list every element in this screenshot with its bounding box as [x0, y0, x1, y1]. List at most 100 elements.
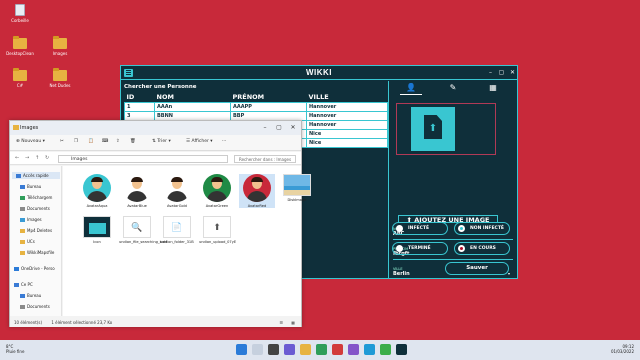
column-header-nom[interactable]: NOM [155, 93, 231, 102]
radio-en-cours[interactable]: EN COURS [454, 242, 510, 255]
edge-browser-icon[interactable] [316, 344, 327, 355]
maximize-icon[interactable]: ▢ [498, 69, 505, 76]
file-item[interactable]: AvatarGreen [199, 174, 235, 208]
system-clock[interactable]: 09:12 01/03/2022 [611, 344, 634, 354]
radio-off-icon [396, 225, 403, 232]
radio-infecte[interactable]: INFECTÉ [392, 222, 448, 235]
sidebar-item-bureau-pc[interactable]: Bureau [20, 293, 41, 298]
table-row[interactable]: 3 BBNN BBP Hannover [124, 110, 388, 121]
weather-widget[interactable]: 8°C Pluie fine [6, 344, 24, 354]
file-item[interactable]: Icon [79, 216, 115, 244]
sidebar-item-wikkimaps[interactable]: WikkiMapsfile [20, 250, 54, 255]
search-placeholder: Rechercher dans : Images [239, 157, 292, 162]
address-bar[interactable]: Images [58, 155, 228, 163]
search-person-label[interactable]: Chercher une Personne [124, 84, 197, 90]
recycle-bin-icon [15, 4, 25, 16]
sidebar-label: Téléchargem [27, 195, 53, 200]
up-arrow-icon[interactable]: ↑ [35, 155, 39, 161]
start-windows-icon[interactable] [236, 344, 247, 355]
sidebar-item-downloads[interactable]: Téléchargem [20, 195, 52, 200]
refresh-icon[interactable]: ↻ [45, 155, 49, 161]
search-icon[interactable] [252, 344, 263, 355]
tab-edit[interactable]: ✎ [442, 83, 464, 95]
file-item[interactable]: AvatarGold [159, 174, 195, 208]
close-icon[interactable]: ✕ [288, 124, 298, 131]
folder-icon [13, 68, 27, 81]
explorer-title: Images [20, 125, 39, 131]
sidebar-item-mp4[interactable]: Mp4 Deletes [20, 228, 52, 233]
sidebar-item-documents[interactable]: Documents [20, 206, 50, 211]
tiles-view-icon[interactable]: ▦ [291, 318, 295, 327]
folder-icon [13, 125, 19, 130]
desktop-icon-csharp[interactable]: C# [0, 68, 40, 88]
column-header-id[interactable]: ID [125, 93, 155, 102]
image-preview-box: ⬆ [396, 103, 496, 155]
sidebar-item-this-pc[interactable]: Ce PC [14, 282, 33, 287]
desktop-icon-images[interactable]: Images [40, 36, 80, 56]
sidebar-item-bureau[interactable]: Bureau [20, 184, 41, 189]
app-icon[interactable] [332, 344, 343, 355]
copy-icon[interactable]: ❐ [74, 139, 78, 144]
details-view-icon[interactable]: ☰ [279, 318, 283, 327]
cut-icon[interactable]: ✂ [60, 139, 64, 144]
tab-buildings[interactable]: ▦ [482, 83, 504, 95]
chevron-down-icon[interactable]: ▾ [508, 271, 510, 276]
desktop-icon-desktopclean[interactable]: DesktopClean [0, 36, 40, 56]
file-label: Icon [93, 240, 101, 244]
file-item[interactable]: AvatarRed [239, 174, 275, 208]
more-icon[interactable]: ··· [222, 139, 226, 144]
document-icon [20, 207, 25, 211]
back-arrow-icon[interactable]: ← [15, 155, 19, 161]
file-item[interactable]: DiskImage [279, 174, 315, 202]
teams-icon[interactable] [284, 344, 295, 355]
file-item[interactable]: 📄 undion_folder_31B [159, 216, 195, 244]
sidebar-label: Mp4 Deletes [27, 228, 53, 233]
sidebar-label: Documents [27, 206, 50, 211]
table-row[interactable]: 1 AAAn AAAPP Hannover [124, 101, 388, 112]
visual-studio-icon[interactable] [348, 344, 359, 355]
minimize-icon[interactable]: – [487, 69, 494, 76]
view-button[interactable]: ☰ Afficher ▾ [186, 139, 213, 144]
hamburger-menu-icon[interactable] [124, 69, 133, 77]
file-item[interactable]: ⬆ undion_upload_07yE [199, 216, 236, 244]
vscode-icon[interactable] [364, 344, 375, 355]
chrome-icon[interactable] [380, 344, 391, 355]
search-input[interactable]: Rechercher dans : Images [234, 155, 296, 163]
folder-icon [13, 36, 27, 49]
delete-icon[interactable]: 🗑 [130, 139, 136, 144]
sidebar-item-documents-pc[interactable]: Documents [20, 304, 50, 309]
forward-arrow-icon[interactable]: → [25, 155, 29, 161]
sidebar-item-images[interactable]: Images [20, 217, 42, 222]
task-view-icon[interactable] [268, 344, 279, 355]
rename-icon[interactable]: ⌨ [102, 139, 109, 144]
upload-file-icon[interactable]: ⬆ [411, 107, 455, 151]
wikki-app-icon[interactable] [396, 344, 407, 355]
file-item[interactable]: AvatarAqua [79, 174, 115, 208]
sort-button[interactable]: ⇅ Trier ▾ [152, 139, 171, 144]
maximize-icon[interactable]: ▢ [274, 124, 284, 131]
desktop-icon-recycle-bin[interactable]: Corbeille [0, 4, 40, 23]
paste-icon[interactable]: 📋 [88, 139, 94, 144]
radio-non-infecte[interactable]: NON INFECTÉ [454, 222, 510, 235]
radio-termine[interactable]: TERMINÉ [392, 242, 448, 255]
share-icon[interactable]: ⇪ [116, 139, 120, 144]
file-item[interactable]: AvatarBlue [119, 174, 155, 208]
desktop-icon-netdudes[interactable]: Net Dudes [40, 68, 80, 88]
file-explorer-icon[interactable] [300, 344, 311, 355]
column-header-prenom[interactable]: PRÉNOM [231, 93, 307, 102]
sidebar-item-onedrive[interactable]: OneDrive - Perso [14, 266, 55, 271]
column-header-ville[interactable]: VILLE [307, 93, 388, 102]
minimize-icon[interactable]: – [260, 124, 270, 131]
sidebar-label: Bureau [27, 184, 42, 189]
file-item[interactable]: 🔍 undion_file_searching_butf [119, 216, 167, 244]
new-button[interactable]: ⊕ Nouveau ▾ [16, 139, 45, 144]
sidebar-item-quick-access[interactable]: Accès rapide [12, 172, 60, 179]
close-icon[interactable]: ✕ [509, 69, 516, 76]
sidebar-item-ucs[interactable]: UCs [20, 239, 35, 244]
radio-off-icon [396, 245, 403, 252]
folder-icon [20, 229, 25, 233]
tab-add-user[interactable]: 👤 [400, 83, 422, 95]
file-label: undion_file_searching_butf [119, 240, 167, 244]
ville-select[interactable]: Berlin [393, 271, 410, 277]
save-button[interactable]: Sauver [445, 262, 509, 275]
